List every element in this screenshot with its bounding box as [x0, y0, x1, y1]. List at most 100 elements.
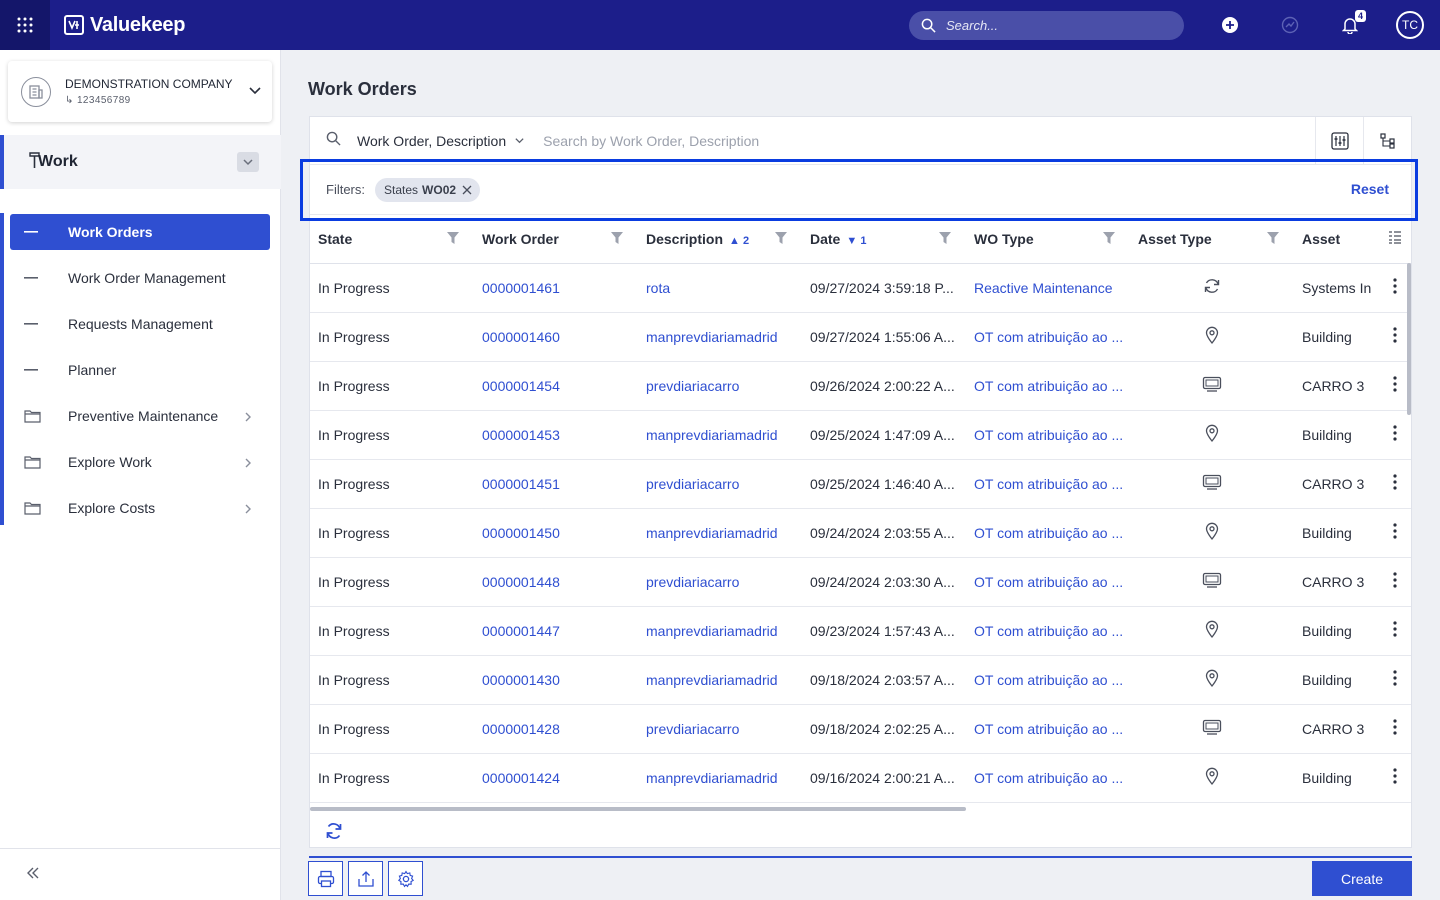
row-actions-button[interactable] [1379, 459, 1411, 509]
refresh-icon[interactable] [324, 821, 344, 846]
sidebar-item-work-order-management[interactable]: Work Order Management [10, 260, 270, 296]
cell-asset: Building [1294, 753, 1379, 803]
cell-wo-type-link[interactable]: OT com atribuição ao ... [966, 508, 1130, 558]
horizontal-scrollbar[interactable] [310, 807, 966, 811]
sidebar-item-requests-management[interactable]: Requests Management [10, 306, 270, 342]
cell-description-link[interactable]: prevdiariacarro [638, 459, 802, 509]
table-row[interactable]: In Progress 0000001451 prevdiariacarro 09/2… [310, 459, 1411, 509]
cell-wo-type-link[interactable]: OT com atribuição ao ... [966, 557, 1130, 607]
global-search-input[interactable] [946, 18, 1166, 33]
filter-chip-states[interactable]: States WO02 [375, 177, 481, 202]
sidebar-item-explore-work[interactable]: Explore Work [10, 444, 270, 480]
cell-work-order-link[interactable]: 0000001461 [474, 263, 638, 313]
module-chevron-down-icon[interactable] [237, 152, 259, 172]
row-actions-button[interactable] [1379, 410, 1411, 460]
cell-work-order-link[interactable]: 0000001450 [474, 508, 638, 558]
cell-work-order-link[interactable]: 0000001454 [474, 361, 638, 411]
user-avatar[interactable]: TC [1396, 11, 1424, 39]
cell-wo-type-link[interactable]: OT com atribuição ao ... [966, 459, 1130, 509]
cell-work-order-link[interactable]: 0000001430 [474, 655, 638, 705]
cell-wo-type-link[interactable]: OT com atribuição ao ... [966, 704, 1130, 754]
cell-wo-type-link[interactable]: OT com atribuição ao ... [966, 606, 1130, 656]
row-actions-button[interactable] [1379, 606, 1411, 656]
row-actions-button[interactable] [1379, 753, 1411, 803]
collapse-sidebar-button[interactable] [0, 848, 281, 900]
brand-logo[interactable]: Valuekeep [64, 14, 185, 37]
filter-funnel-icon[interactable] [446, 231, 460, 248]
column-chooser-button[interactable] [1379, 215, 1411, 264]
cell-wo-type-link[interactable]: OT com atribuição ao ... [966, 753, 1130, 803]
global-search[interactable] [909, 11, 1184, 40]
activity-icon[interactable] [1278, 13, 1302, 37]
filter-funnel-icon[interactable] [1102, 231, 1116, 248]
filter-funnel-icon[interactable] [1266, 231, 1280, 248]
column-header-state[interactable]: State [310, 215, 474, 264]
cell-work-order-link[interactable]: 0000001453 [474, 410, 638, 460]
cell-work-order-link[interactable]: 0000001448 [474, 557, 638, 607]
table-row[interactable]: In Progress 0000001448 prevdiariacarro 09/2… [310, 557, 1411, 607]
cell-description-link[interactable]: prevdiariacarro [638, 704, 802, 754]
row-actions-button[interactable] [1379, 557, 1411, 607]
print-button[interactable] [308, 861, 343, 896]
cell-description-link[interactable]: prevdiariacarro [638, 557, 802, 607]
table-row[interactable]: In Progress 0000001424 manprevdiariamadrid… [310, 753, 1411, 803]
column-header-asset[interactable]: Asset [1294, 215, 1379, 264]
search-scope-dropdown[interactable]: Work Order, Description [357, 133, 525, 149]
cell-wo-type-link[interactable]: OT com atribuição ao ... [966, 410, 1130, 460]
export-button[interactable] [348, 861, 383, 896]
sidebar-item-explore-costs[interactable]: Explore Costs [10, 490, 270, 526]
cell-wo-type-link[interactable]: OT com atribuição ao ... [966, 312, 1130, 362]
cell-wo-type-link[interactable]: OT com atribuição ao ... [966, 361, 1130, 411]
cell-work-order-link[interactable]: 0000001424 [474, 753, 638, 803]
cell-description-link[interactable]: manprevdiariamadrid [638, 312, 802, 362]
cell-description-link[interactable]: manprevdiariamadrid [638, 753, 802, 803]
column-header-wo-type[interactable]: WO Type [966, 215, 1130, 264]
notifications-bell-icon[interactable]: 4 [1338, 10, 1366, 37]
tree-view-button[interactable] [1363, 117, 1411, 165]
cell-description-link[interactable]: prevdiariacarro [638, 361, 802, 411]
cell-work-order-link[interactable]: 0000001451 [474, 459, 638, 509]
column-header-date[interactable]: Date ▼ 1 [802, 215, 966, 264]
cell-description-link[interactable]: rota [638, 263, 802, 313]
table-row[interactable]: In Progress 0000001460 manprevdiariamadrid… [310, 312, 1411, 362]
column-header-description[interactable]: Description ▲ 2 [638, 215, 802, 264]
cell-work-order-link[interactable]: 0000001447 [474, 606, 638, 656]
column-header-asset-type[interactable]: Asset Type [1130, 215, 1294, 264]
settings-button[interactable] [388, 861, 423, 896]
row-actions-button[interactable] [1379, 704, 1411, 754]
table-row[interactable]: In Progress 0000001453 manprevdiariamadrid… [310, 410, 1411, 460]
table-row[interactable]: In Progress 0000001430 manprevdiariamadrid… [310, 655, 1411, 705]
table-row[interactable]: In Progress 0000001461 rota 09/27/2024 3:59… [310, 263, 1411, 313]
row-actions-button[interactable] [1379, 508, 1411, 558]
vertical-scrollbar[interactable] [1407, 263, 1411, 415]
apps-grid-icon[interactable] [0, 0, 50, 50]
create-button[interactable]: Create [1312, 861, 1412, 896]
close-icon[interactable] [462, 185, 472, 195]
sidebar-item-planner[interactable]: Planner [10, 352, 270, 388]
module-header-work[interactable]: Work [0, 135, 281, 189]
table-row[interactable]: In Progress 0000001447 manprevdiariamadrid… [310, 606, 1411, 656]
company-selector[interactable]: DEMONSTRATION COMPANY ↳ 123456789 [8, 61, 272, 122]
cell-description-link[interactable]: manprevdiariamadrid [638, 410, 802, 460]
column-header-work-order[interactable]: Work Order [474, 215, 638, 264]
cell-wo-type-link[interactable]: Reactive Maintenance [966, 263, 1130, 313]
cell-description-link[interactable]: manprevdiariamadrid [638, 508, 802, 558]
sidebar-item-work-orders[interactable]: Work Orders [10, 214, 270, 250]
filter-funnel-icon[interactable] [610, 231, 624, 248]
advanced-filter-button[interactable] [1315, 117, 1363, 165]
cell-work-order-link[interactable]: 0000001428 [474, 704, 638, 754]
table-row[interactable]: In Progress 0000001454 prevdiariacarro 09/2… [310, 361, 1411, 411]
list-search-input[interactable] [543, 132, 1244, 149]
row-actions-button[interactable] [1379, 655, 1411, 705]
cell-description-link[interactable]: manprevdiariamadrid [638, 606, 802, 656]
filter-funnel-icon[interactable] [938, 231, 952, 248]
table-row[interactable]: In Progress 0000001450 manprevdiariamadrid… [310, 508, 1411, 558]
cell-wo-type-link[interactable]: OT com atribuição ao ... [966, 655, 1130, 705]
reset-filters-button[interactable]: Reset [1351, 181, 1389, 197]
cell-description-link[interactable]: manprevdiariamadrid [638, 655, 802, 705]
add-icon[interactable] [1218, 13, 1242, 37]
cell-work-order-link[interactable]: 0000001460 [474, 312, 638, 362]
sidebar-item-preventive-maintenance[interactable]: Preventive Maintenance [10, 398, 270, 434]
table-row[interactable]: In Progress 0000001428 prevdiariacarro 09/1… [310, 704, 1411, 754]
filter-funnel-icon[interactable] [774, 231, 788, 248]
